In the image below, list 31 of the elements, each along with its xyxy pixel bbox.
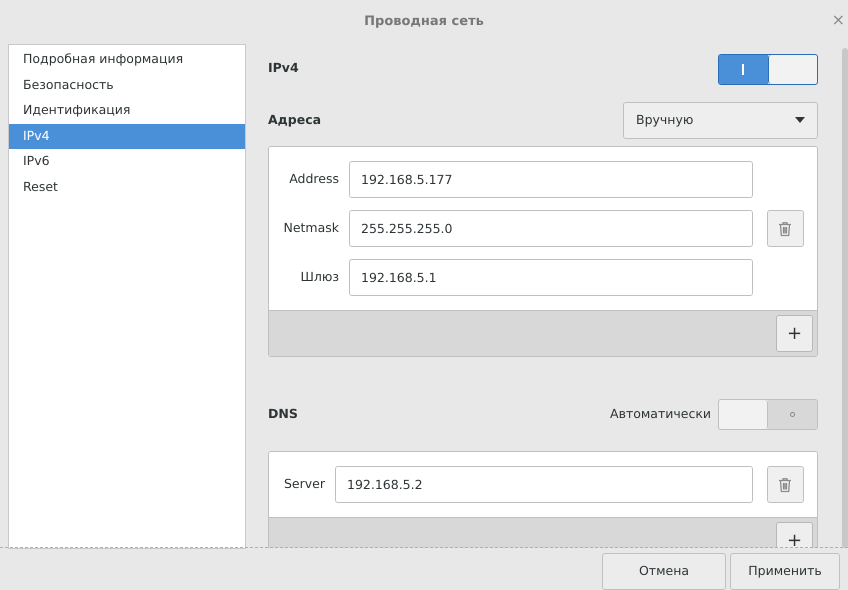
field-label: Address	[288, 170, 339, 188]
section-title: Адреса	[268, 110, 322, 129]
field-label: Server	[283, 475, 325, 494]
dialog-button[interactable]: Отмена	[602, 553, 726, 590]
caret-icon	[795, 117, 805, 123]
trash-icon	[778, 220, 792, 236]
section-title: DNS	[268, 404, 298, 423]
delete-button[interactable]	[766, 466, 804, 503]
trash-icon	[778, 476, 792, 492]
section-title: IPv4	[268, 59, 299, 77]
toggle-label: Автоматически	[610, 404, 711, 423]
sidebar-item[interactable]: Reset	[9, 174, 245, 200]
add-button[interactable]: +	[776, 315, 813, 352]
dialog-button[interactable]: Применить	[730, 553, 840, 590]
input-field[interactable]: 192.168.5.177	[349, 161, 753, 198]
sidebar-item[interactable]: Подробная информация	[9, 47, 245, 72]
input-field[interactable]: 255.255.255.0	[349, 210, 753, 247]
input-field[interactable]: 192.168.5.1	[349, 259, 753, 296]
sidebar-item[interactable]: IPv6	[9, 149, 245, 174]
scrollbar[interactable]	[842, 48, 848, 548]
field-label: Netmask	[282, 219, 339, 238]
window-title: Проводная сеть	[364, 13, 484, 32]
toggle-switch[interactable]	[718, 54, 818, 85]
add-button[interactable]: +	[776, 522, 813, 548]
delete-button[interactable]	[766, 210, 804, 247]
sidebar-item[interactable]: Безопасность	[9, 72, 245, 98]
toggle-switch[interactable]	[718, 398, 818, 430]
field-label: Шлюз	[299, 268, 339, 286]
input-field[interactable]: 192.168.5.2	[335, 466, 753, 503]
method-dropdown[interactable]: Вручную	[623, 102, 818, 138]
sidebar-item[interactable]: Идентификация	[9, 98, 245, 124]
